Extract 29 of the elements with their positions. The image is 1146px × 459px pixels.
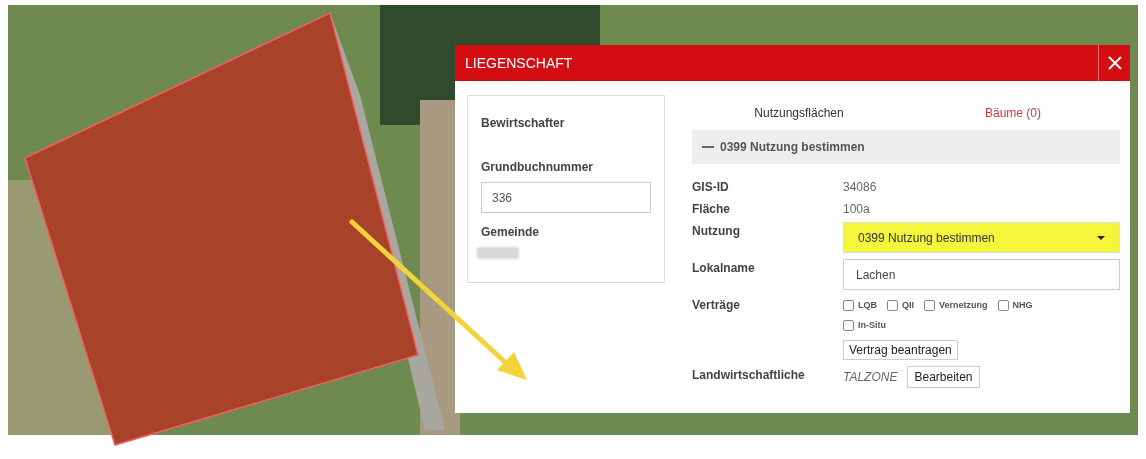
local-name-field[interactable]: Lachen bbox=[843, 259, 1120, 290]
field-label: Grundbuchnummer bbox=[481, 159, 594, 176]
field-label: Bewirtschafter bbox=[481, 115, 566, 132]
section-header[interactable]: 0399 Nutzung bestimmen bbox=[692, 130, 1120, 164]
field-value: 34086 bbox=[843, 179, 877, 196]
field-label: Verträge bbox=[692, 297, 742, 314]
field-label: Lokalname bbox=[692, 260, 756, 277]
field-label: Fläche bbox=[692, 201, 731, 218]
field-value: 100a bbox=[843, 201, 870, 218]
number-field[interactable]: 336 bbox=[481, 182, 651, 213]
field-label: Landwirtschaftliche bbox=[692, 367, 806, 384]
usage-dropdown[interactable]: 0399 Nutzung bestimmen bbox=[843, 222, 1120, 253]
tab[interactable]: Nutzungsflächen bbox=[692, 104, 906, 122]
contract-checkbox[interactable]: Vernetzung bbox=[924, 299, 988, 313]
caret-icon bbox=[1097, 235, 1105, 240]
field-label: GIS-ID bbox=[692, 179, 730, 196]
contract-checkbox[interactable]: LQB bbox=[843, 299, 877, 313]
contract-checkbox[interactable]: NHG bbox=[997, 299, 1033, 313]
field-label: Gemeinde bbox=[481, 224, 541, 241]
contract-checkbox[interactable]: QII bbox=[887, 299, 914, 313]
dialog-title: LIEGENSCHAFT bbox=[464, 53, 574, 73]
edit-button[interactable]: Bearbeiten bbox=[907, 366, 980, 388]
blurred-value bbox=[477, 247, 519, 259]
contract-checkbox[interactable]: In-Situ bbox=[843, 318, 886, 332]
close-icon bbox=[1107, 56, 1122, 70]
request-contract-button[interactable]: Vertrag beantragen bbox=[843, 340, 958, 360]
field-label: Nutzung bbox=[692, 223, 741, 240]
tab[interactable]: Bäume (0) bbox=[906, 104, 1120, 122]
field-value: TALZONE bbox=[843, 369, 898, 386]
